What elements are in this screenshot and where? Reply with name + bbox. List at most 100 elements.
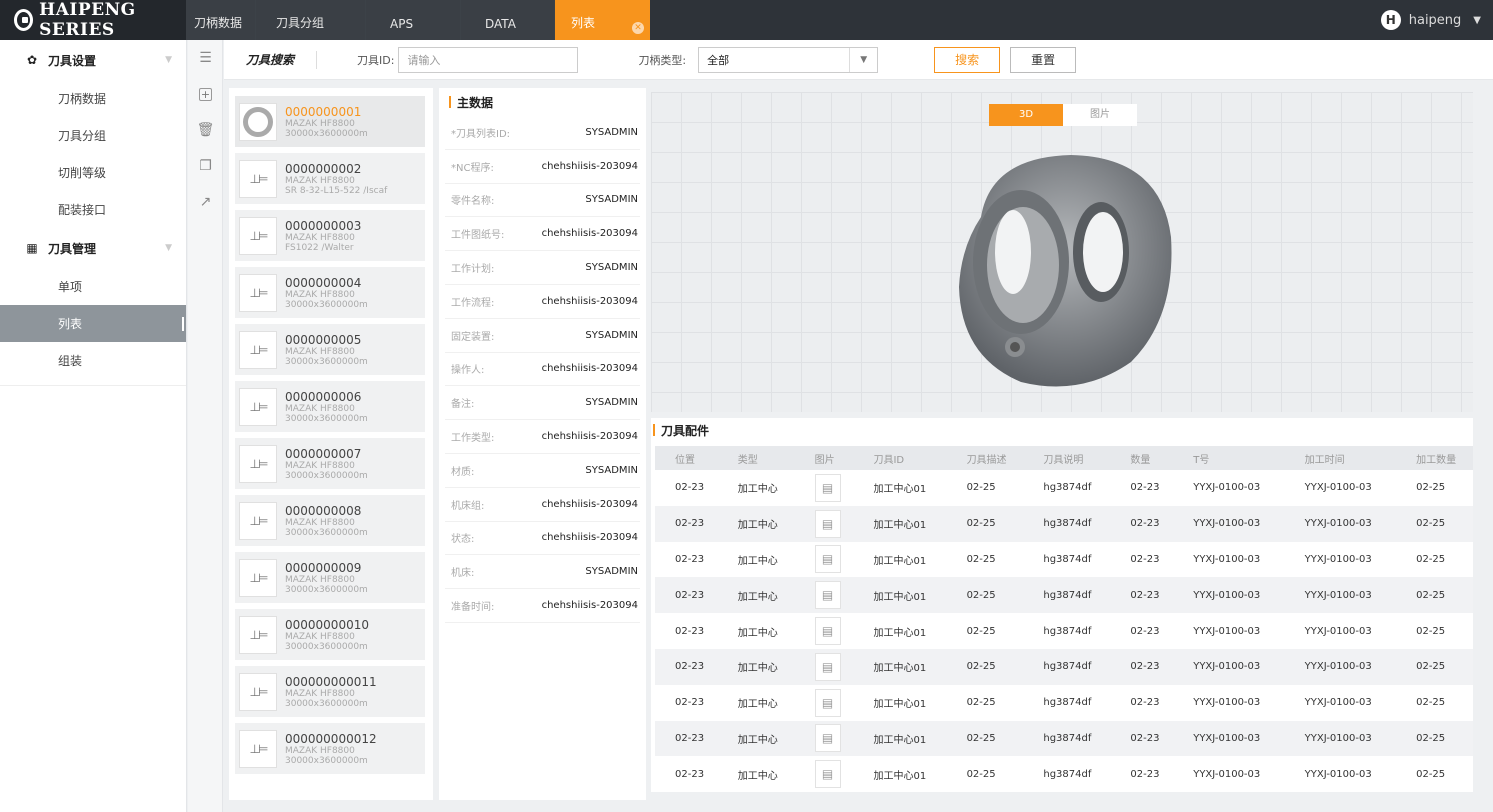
reset-button[interactable]: 重置 [1010, 46, 1077, 73]
list-item[interactable]: 0000000009MAZAK HF880030000x3600000m [235, 552, 425, 603]
export-icon[interactable]: ↗ [188, 184, 223, 220]
table-row[interactable]: 02-23 加工中心 ▤ 加工中心01 02-25 hg3874df 02-23 YYXJ-0… [655, 685, 1473, 721]
sidebar: ✿ 刀具设置 ▼ 刀柄数据 刀具分组 切削等级 配装接口 ▦ 刀具管理 ▼ 单项… [0, 40, 187, 812]
list-item[interactable]: 0000000002MAZAK HF8800SR 8-32-L15-522 /I… [235, 153, 425, 204]
list-item[interactable]: 0000000005MAZAK HF880030000x3600000m [235, 324, 425, 375]
sidebar-group-tool-settings[interactable]: ✿ 刀具设置 ▼ [0, 40, 186, 80]
list-item[interactable]: 0000000001 MAZAK HF8800 30000x3600000m [235, 96, 425, 147]
table-cell: 加工中心 [717, 648, 795, 685]
sidebar-item-label: 切削等级 [58, 166, 107, 180]
model-viewer[interactable]: 3D 图片 [651, 92, 1473, 412]
table-row[interactable]: 02-23 加工中心 ▤ 加工中心01 02-25 hg3874df 02-23 YYXJ-0… [655, 648, 1473, 685]
user-menu[interactable]: H haipeng ▼ [1380, 10, 1481, 30]
field-label: 材质: [451, 466, 475, 478]
table-cell: YYXJ-0100-03 [1304, 768, 1372, 780]
tool-image-icon[interactable]: ▤ [814, 545, 841, 574]
tool-image-icon[interactable]: ▤ [814, 581, 841, 610]
tool-id-input[interactable]: 请输入 [398, 46, 579, 73]
list-item-spec: 30000x3600000m [285, 470, 368, 481]
table-cell: YYXJ-0100-03 [1193, 768, 1261, 780]
accessories-title: 刀具配件 [651, 418, 1473, 442]
field-label: 工作类型: [451, 433, 495, 445]
sidebar-item-cutting-level[interactable]: 切削等级 [0, 154, 186, 191]
tab-list[interactable]: 列表 ✕ [555, 0, 650, 40]
table-row[interactable]: 02-23 加工中心 ▤ 加工中心01 02-25 hg3874df 02-23 YYXJ-0… [655, 577, 1473, 614]
view-image-button[interactable]: 图片 [1063, 104, 1137, 126]
list-item[interactable]: 0000000003MAZAK HF8800FS1022 /Walter [235, 210, 425, 261]
sidebar-item-list[interactable]: 列表 [0, 305, 186, 342]
table-row[interactable]: 02-23 加工中心 ▤ 加工中心01 02-25 hg3874df 02-23 YYXJ-0… [655, 542, 1473, 578]
tool-thumbnail-icon [239, 444, 277, 483]
tab-handle-data[interactable]: 刀柄数据 [186, 0, 256, 40]
tool-image-icon[interactable]: ▤ [814, 617, 841, 646]
table-cell: 02-23 [675, 482, 705, 494]
field-row: 零件名称: SYSADMIN [445, 184, 640, 218]
table-row[interactable]: 02-23 加工中心 ▤ 加工中心01 02-25 hg3874df 02-23 YYXJ-0… [655, 613, 1473, 649]
table-row[interactable]: 02-23 加工中心 ▤ 加工中心01 02-25 hg3874df 02-23 YYXJ-0… [655, 720, 1473, 757]
table-cell: YYXJ-0100-03 [1173, 720, 1285, 757]
trash-icon[interactable]: 🗑 [188, 112, 223, 148]
table-cell-image: ▤ [795, 685, 854, 721]
table-cell: 02-25 [1416, 553, 1446, 565]
tab-aps[interactable]: APS [366, 0, 461, 40]
add-icon[interactable]: + [188, 76, 223, 112]
list-item-id: 0000000009 [285, 560, 362, 575]
sidebar-item-single[interactable]: 单项 [0, 268, 186, 305]
list-item[interactable]: 000000000011MAZAK HF880030000x3600000m [235, 666, 425, 717]
sidebar-item-assembly[interactable]: 组装 [0, 342, 186, 379]
close-icon[interactable]: ✕ [632, 22, 644, 34]
table-cell: 加工中心 [717, 720, 795, 757]
table-cell: hg3874df [1043, 482, 1092, 494]
copy-icon[interactable]: ❐ [188, 148, 223, 184]
collapse-menu-icon[interactable]: ☰ [188, 40, 223, 76]
list-item-id: 0000000005 [285, 332, 362, 347]
sidebar-group-tool-management[interactable]: ▦ 刀具管理 ▼ [0, 228, 186, 268]
list-item[interactable]: 00000000010MAZAK HF880030000x3600000m [235, 609, 425, 660]
tool-image-icon[interactable]: ▤ [814, 509, 841, 538]
list-item-model: MAZAK HF8800 [285, 688, 355, 699]
tool-image-icon[interactable]: ▤ [814, 652, 841, 681]
sidebar-item-interface[interactable]: 配装接口 [0, 191, 186, 228]
view-3d-button[interactable]: 3D [989, 104, 1063, 126]
tool-image-icon[interactable]: ▤ [814, 473, 841, 502]
tool-image-icon[interactable]: ▤ [814, 688, 841, 717]
tool-image-icon[interactable]: ▤ [814, 760, 841, 789]
table-cell: hg3874df [1043, 553, 1092, 565]
list-item[interactable]: 0000000008MAZAK HF880030000x3600000m [235, 495, 425, 546]
list-item-spec: 30000x3600000m [285, 698, 368, 709]
list-item-spec: 30000x3600000m [285, 584, 368, 595]
sidebar-item-tool-group[interactable]: 刀具分组 [0, 117, 186, 154]
search-button[interactable]: 搜索 [934, 46, 1001, 73]
tool-image-icon[interactable]: ▤ [814, 724, 841, 753]
sidebar-item-handle-data[interactable]: 刀柄数据 [0, 80, 186, 117]
list-item[interactable]: 0000000007MAZAK HF880030000x3600000m [235, 438, 425, 489]
field-label: 工作流程: [451, 297, 495, 309]
table-cell: 02-25 [966, 553, 996, 565]
field-value: SYSADMIN [585, 329, 638, 341]
table-cell: 02-25 [1396, 577, 1473, 614]
list-item-model: MAZAK HF8800 [285, 460, 355, 471]
main-data-panel: 主数据 *刀具列表ID: SYSADMIN *NC程序: chehshiisis-20… [439, 88, 646, 800]
field-value: chehshiisis-203094 [541, 228, 638, 240]
tab-tool-group[interactable]: 刀具分组 [256, 0, 366, 40]
list-item-id: 0000000001 [285, 104, 362, 119]
list-item-id: 0000000002 [285, 161, 362, 176]
table-row[interactable]: 02-23 加工中心 ▤ 加工中心01 02-25 hg3874df 02-23 YYXJ-0… [655, 756, 1473, 792]
sidebar-item-label: 刀柄数据 [58, 92, 107, 106]
list-item[interactable]: 0000000006MAZAK HF880030000x3600000m [235, 381, 425, 432]
logo-text: HAIPENG SERIES [39, 0, 136, 40]
table-row[interactable]: 02-23 加工中心 ▤ 加工中心01 02-25 hg3874df 02-23 YYXJ-0… [655, 470, 1473, 506]
table-row[interactable]: 02-23 加工中心 ▤ 加工中心01 02-25 hg3874df 02-23 YYXJ-0… [655, 505, 1473, 542]
table-cell: 02-23 [655, 720, 718, 757]
tab-data[interactable]: DATA [461, 0, 555, 40]
list-item-id: 000000000012 [285, 731, 377, 746]
list-item[interactable]: 0000000004MAZAK HF880030000x3600000m [235, 267, 425, 318]
table-cell-image: ▤ [795, 542, 854, 578]
handle-type-select[interactable]: 全部 ▼ [698, 46, 879, 73]
table-cell: 02-25 [1416, 482, 1446, 494]
column-header: 类型 [717, 446, 795, 470]
list-item[interactable]: 000000000012MAZAK HF880030000x3600000m [235, 723, 425, 774]
table-cell: YYXJ-0100-03 [1173, 648, 1285, 685]
table-cell: 02-23 [1130, 697, 1160, 709]
table-cell: YYXJ-0100-03 [1193, 482, 1261, 494]
